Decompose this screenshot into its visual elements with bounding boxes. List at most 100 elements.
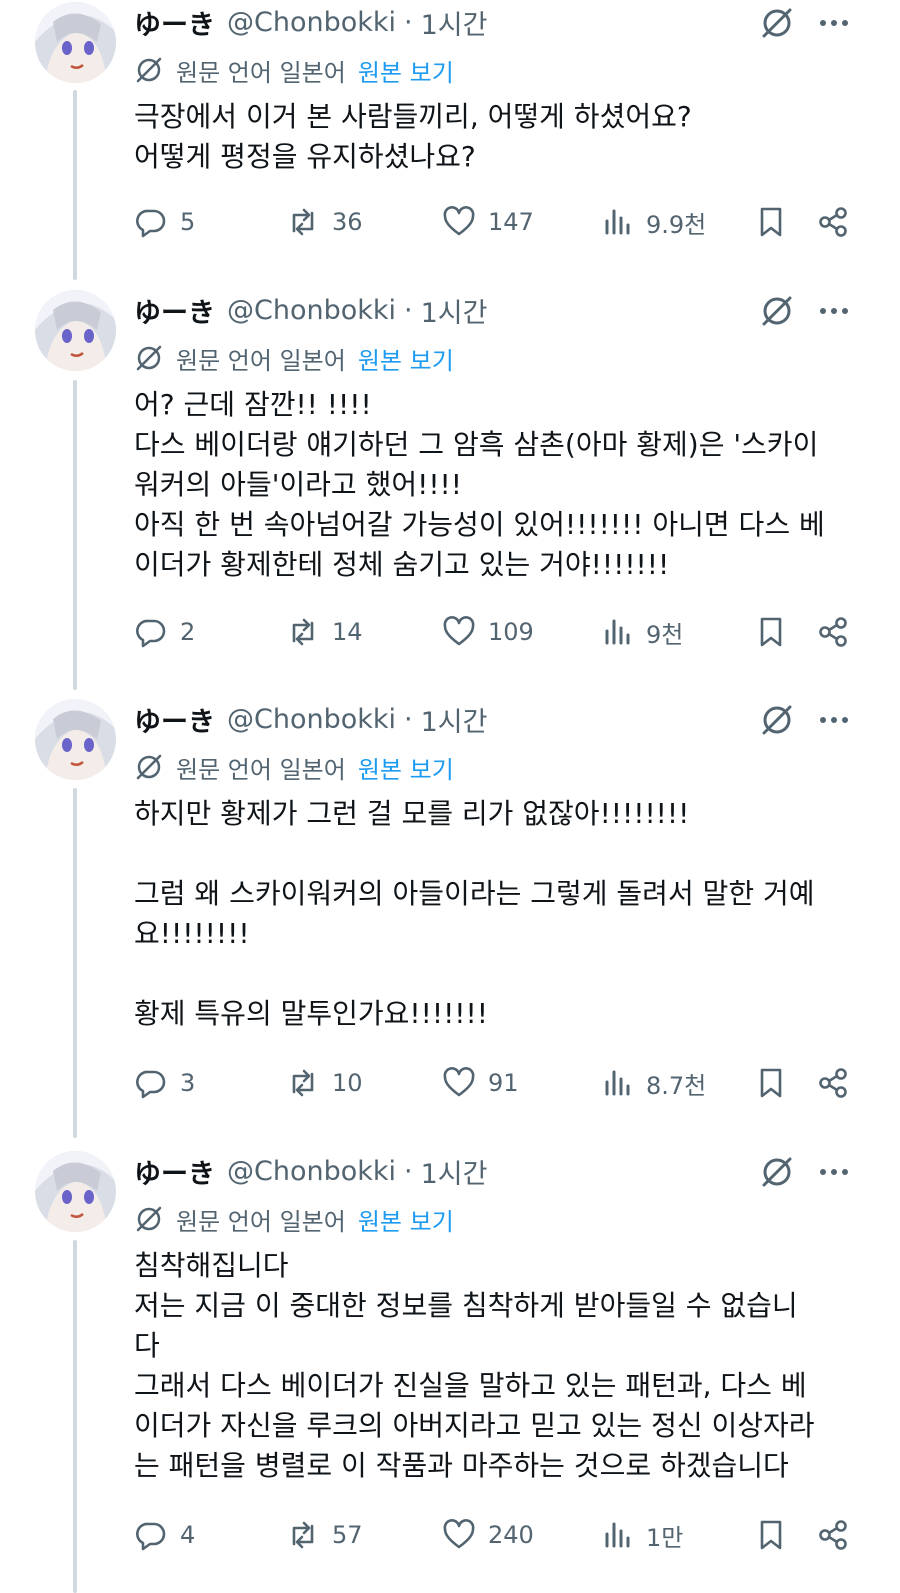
- user-handle[interactable]: @Chonbokki: [227, 7, 396, 38]
- grok-icon[interactable]: [758, 701, 796, 739]
- share-icon: [819, 617, 847, 647]
- bookmark-icon: [760, 207, 782, 237]
- user-handle[interactable]: @Chonbokki: [227, 704, 396, 735]
- view-original-link[interactable]: 원본 보기: [358, 53, 454, 88]
- view-count: 9천: [646, 620, 684, 649]
- post-text-line: 그래서 다스 베이더가 진실을 말하고 있는 패턴과, 다스 베: [134, 1369, 807, 1402]
- view-original-link[interactable]: 원본 보기: [358, 750, 454, 785]
- bookmark-button[interactable]: [754, 1063, 788, 1103]
- separator-dot: ·: [404, 6, 413, 38]
- post-text-line: 다스 베이더랑 얘기하던 그 암흑 삼촌(아마 황제)은 '스카이: [134, 428, 819, 461]
- repost-icon: [292, 1521, 314, 1549]
- post-header: ゆーき @Chonbokki · 1시간: [134, 1149, 487, 1193]
- grok-icon[interactable]: [758, 1153, 796, 1191]
- reply-count: 4: [180, 1521, 196, 1549]
- user-handle[interactable]: @Chonbokki: [227, 1156, 396, 1187]
- views-button[interactable]: 9천: [600, 612, 683, 652]
- bookmark-button[interactable]: [754, 1515, 788, 1555]
- like-count: 91: [488, 1069, 519, 1097]
- action-bar: 3 10 91 8.7천: [134, 1063, 854, 1103]
- views-button[interactable]: 8.7천: [600, 1063, 706, 1103]
- bookmark-icon: [760, 1520, 782, 1550]
- like-button[interactable]: 147: [442, 202, 534, 242]
- post-text-line: 저는 지금 이 중대한 정보를 침착하게 받아들일 수 없습니: [134, 1289, 798, 1322]
- post-header: ゆーき @Chonbokki · 1시간: [134, 0, 487, 44]
- post-time[interactable]: 1시간: [421, 1152, 488, 1191]
- avatar[interactable]: [35, 1151, 116, 1232]
- view-original-link[interactable]: 원본 보기: [358, 341, 454, 376]
- avatar[interactable]: [35, 290, 116, 371]
- like-icon: [443, 1067, 475, 1097]
- views-button[interactable]: 1만: [600, 1515, 683, 1555]
- translate-icon: [136, 754, 162, 780]
- action-bar: 2 14 109 9천: [134, 612, 854, 652]
- like-button[interactable]: 109: [442, 612, 534, 652]
- grok-icon[interactable]: [758, 4, 796, 42]
- reply-button[interactable]: 5: [134, 202, 195, 242]
- like-icon: [443, 206, 475, 236]
- post-time[interactable]: 1시간: [421, 3, 488, 42]
- reply-button[interactable]: 4: [134, 1515, 195, 1555]
- repost-button[interactable]: 14: [286, 612, 363, 652]
- display-name[interactable]: ゆーき: [134, 1152, 215, 1191]
- share-button[interactable]: [816, 1515, 850, 1555]
- post-text-line: 어떻게 평정을 유지하셨나요?: [134, 140, 476, 173]
- repost-button[interactable]: 57: [286, 1515, 363, 1555]
- share-icon: [819, 1520, 847, 1550]
- avatar[interactable]: [35, 2, 116, 83]
- translation-notice: 원문 언어 일본어 원본 보기: [134, 340, 454, 376]
- reply-button[interactable]: 2: [134, 612, 195, 652]
- post-header: ゆーき @Chonbokki · 1시간: [134, 697, 487, 741]
- post-text: 극장에서 이거 본 사람들끼리, 어떻게 하셨어요? 어떻게 평정을 유지하셨나…: [134, 97, 854, 177]
- views-icon: [605, 1522, 630, 1548]
- like-button[interactable]: 240: [442, 1515, 534, 1555]
- reply-icon: [136, 209, 166, 238]
- translation-notice: 원문 언어 일본어 원본 보기: [134, 52, 454, 88]
- post-text-line: 그럼 왜 스카이워커의 아들이라는 그렇게 돌려서 말한 거예: [134, 877, 815, 910]
- repost-icon: [292, 618, 314, 646]
- repost-button[interactable]: 10: [286, 1063, 363, 1103]
- post-text-line: 하지만 황제가 그런 걸 모를 리가 없잖아!!!!!!!!: [134, 797, 690, 830]
- post-text: 침착해집니다 저는 지금 이 중대한 정보를 침착하게 받아들일 수 없습니 다…: [134, 1246, 854, 1486]
- thread-line: [73, 788, 77, 1138]
- separator-dot: ·: [404, 703, 413, 735]
- reply-count: 3: [180, 1069, 196, 1097]
- more-icon[interactable]: [815, 1153, 853, 1191]
- avatar[interactable]: [35, 699, 116, 780]
- user-handle[interactable]: @Chonbokki: [227, 295, 396, 326]
- post-time[interactable]: 1시간: [421, 700, 488, 739]
- share-button[interactable]: [816, 1063, 850, 1103]
- post-text-line: 워커의 아들'이라고 했어!!!!: [134, 468, 462, 501]
- more-icon[interactable]: [815, 4, 853, 42]
- repost-button[interactable]: 36: [286, 202, 363, 242]
- grok-icon[interactable]: [758, 292, 796, 330]
- translation-notice: 원문 언어 일본어 원본 보기: [134, 1201, 454, 1237]
- repost-count: 10: [332, 1069, 363, 1097]
- display-name[interactable]: ゆーき: [134, 3, 215, 42]
- translate-icon: [136, 1206, 162, 1232]
- post-text: 하지만 황제가 그런 걸 모를 리가 없잖아!!!!!!!! 그럼 왜 스카이워…: [134, 794, 854, 1034]
- like-count: 147: [488, 208, 534, 236]
- bookmark-button[interactable]: [754, 202, 788, 242]
- like-count: 109: [488, 618, 534, 646]
- post-time[interactable]: 1시간: [421, 291, 488, 330]
- like-button[interactable]: 91: [442, 1063, 519, 1103]
- post-text-line: [134, 834, 854, 874]
- post-text-line: 어? 근데 잠깐!! !!!!: [134, 388, 372, 421]
- bookmark-button[interactable]: [754, 612, 788, 652]
- display-name[interactable]: ゆーき: [134, 700, 215, 739]
- thread-line: [73, 1240, 77, 1593]
- views-button[interactable]: 9.9천: [600, 202, 706, 242]
- more-icon[interactable]: [815, 701, 853, 739]
- view-original-link[interactable]: 원본 보기: [358, 1202, 454, 1237]
- post-text-line: 침착해집니다: [134, 1249, 289, 1282]
- post-header: ゆーき @Chonbokki · 1시간: [134, 288, 487, 332]
- display-name[interactable]: ゆーき: [134, 291, 215, 330]
- separator-dot: ·: [404, 1155, 413, 1187]
- reply-icon: [136, 1522, 166, 1551]
- share-button[interactable]: [816, 202, 850, 242]
- translated-from-label: 원문 언어 일본어: [176, 1207, 346, 1236]
- more-icon[interactable]: [815, 292, 853, 330]
- reply-button[interactable]: 3: [134, 1063, 195, 1103]
- share-button[interactable]: [816, 612, 850, 652]
